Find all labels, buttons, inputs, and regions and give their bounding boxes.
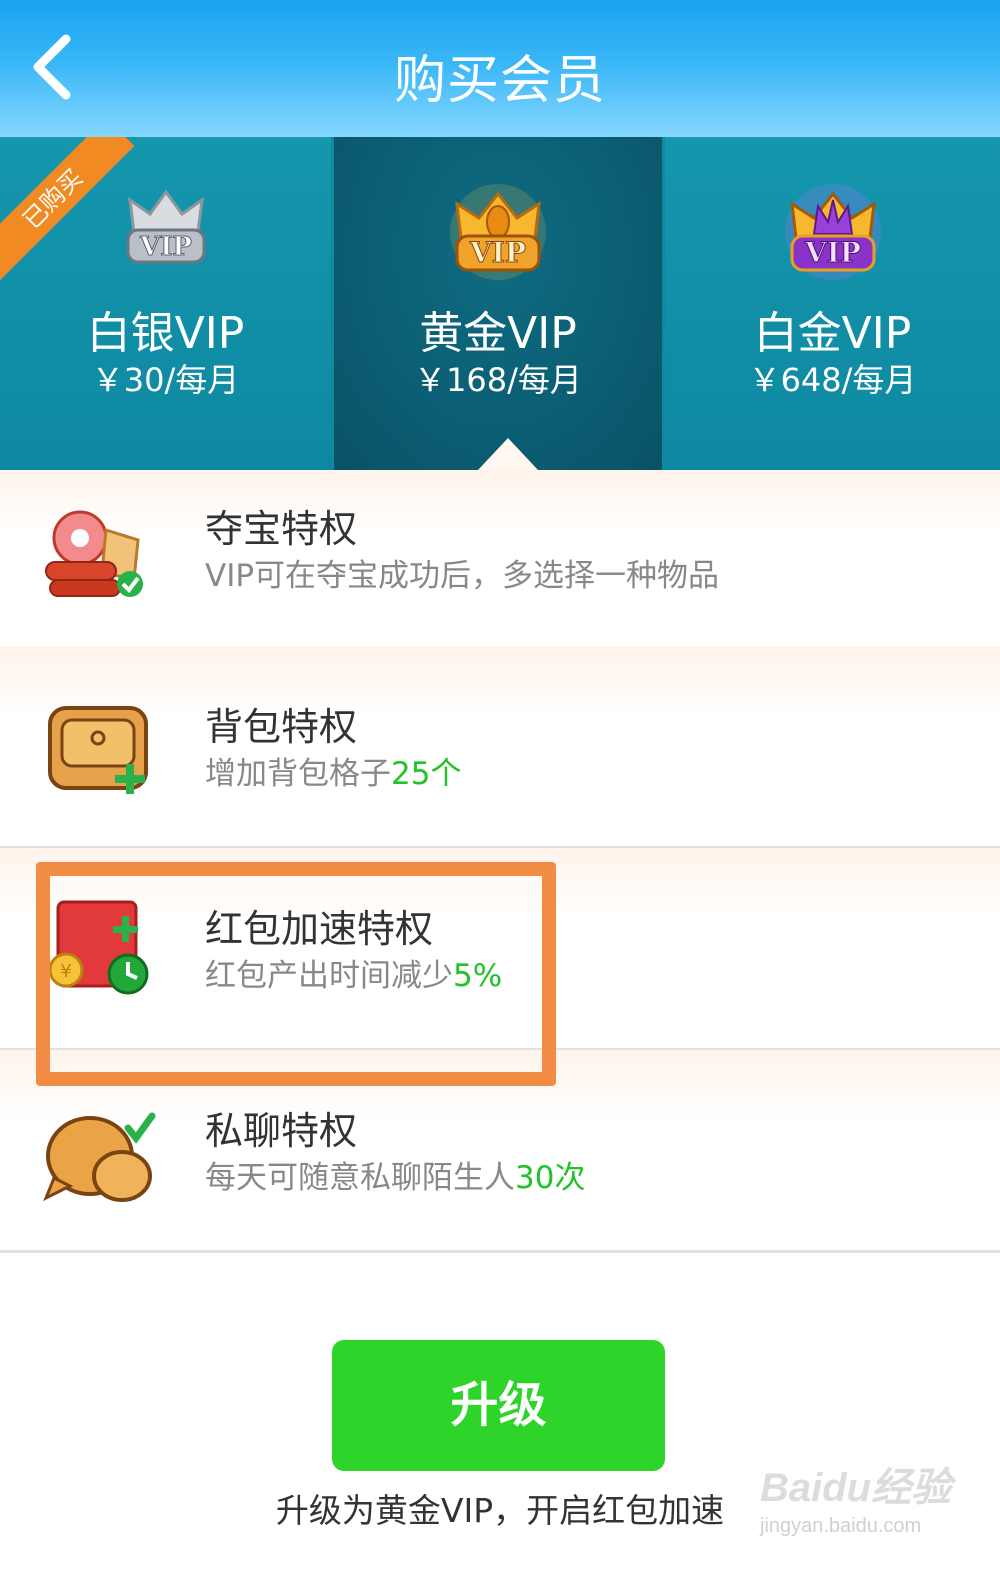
vip-tier-selector: 已购买 VIP 白银VIP ￥30/每月 VIP 黄金VIP ￥168/每月 V… xyxy=(0,137,1000,470)
tier-name: 白金VIP xyxy=(753,308,912,359)
backpack-icon xyxy=(48,706,148,794)
platinum-crown-icon: VIP xyxy=(784,184,881,280)
privilege-item-redpacket: ¥ 红包加速特权 红包产出时间减少5% xyxy=(0,848,1000,1051)
svg-text:VIP: VIP xyxy=(469,236,526,269)
privilege-desc-text: 每天可随意私聊陌生人 xyxy=(205,1160,515,1196)
privilege-item-treasure: 夺宝特权 VIP可在夺宝成功后，多选择一种物品 xyxy=(0,470,1000,649)
privilege-item-backpack: 背包特权 增加背包格子25个 xyxy=(0,646,1000,849)
chat-bubble-icon xyxy=(43,1112,156,1202)
tier-platinum[interactable]: VIP 白金VIP ￥648/每月 xyxy=(665,137,1000,470)
privilege-desc-text: 增加背包格子 xyxy=(205,756,391,792)
privilege-description: 红包产出时间减少5% xyxy=(205,950,502,995)
privilege-title: 夺宝特权 xyxy=(205,507,358,551)
privilege-title: 红包加速特权 xyxy=(205,907,434,951)
selected-tier-indicator xyxy=(478,438,538,470)
purchased-badge: 已购买 xyxy=(0,137,135,281)
privilege-description: VIP可在夺宝成功后，多选择一种物品 xyxy=(205,550,719,595)
privilege-highlight-value: 30次 xyxy=(515,1160,586,1196)
privilege-title: 私聊特权 xyxy=(205,1109,358,1153)
food-treasure-icon xyxy=(45,510,143,597)
privilege-title: 背包特权 xyxy=(205,705,358,749)
privilege-desc-text: 红包产出时间减少 xyxy=(205,958,453,994)
tier-silver[interactable]: 已购买 VIP 白银VIP ￥30/每月 xyxy=(0,137,331,470)
upgrade-button[interactable]: 升级 xyxy=(332,1340,665,1471)
svg-text:VIP: VIP xyxy=(804,236,861,269)
privilege-highlight-value: 25个 xyxy=(391,756,462,792)
page-title: 购买会员 xyxy=(393,51,606,111)
silver-crown-icon: VIP xyxy=(126,189,205,264)
header-bar: 购买会员 xyxy=(0,0,1000,137)
red-packet-clock-icon: ¥ xyxy=(48,900,149,995)
privilege-description: 每天可随意私聊陌生人30次 xyxy=(205,1152,585,1197)
tier-price: ￥168/每月 xyxy=(414,361,582,399)
privilege-highlight-value: 5% xyxy=(453,958,503,994)
privilege-description: 增加背包格子25个 xyxy=(205,748,461,793)
tier-name: 白银VIP xyxy=(86,308,245,359)
gold-crown-icon: VIP xyxy=(450,184,546,280)
privilege-item-private-chat: 私聊特权 每天可随意私聊陌生人30次 xyxy=(0,1050,1000,1253)
svg-text:VIP: VIP xyxy=(139,232,192,262)
svg-text:¥: ¥ xyxy=(60,961,71,982)
privilege-desc-text: VIP可在夺宝成功后，多选择一种物品 xyxy=(205,558,720,594)
baidu-watermark: Baidu经验 jingyan.baidu.com xyxy=(760,1455,970,1555)
watermark-url: jingyan.baidu.com xyxy=(760,1515,922,1537)
tier-price: ￥648/每月 xyxy=(748,361,917,399)
watermark-logo: Baidu经验 xyxy=(760,1466,952,1510)
tier-name: 黄金VIP xyxy=(419,308,577,359)
tier-gold[interactable]: VIP 黄金VIP ￥168/每月 xyxy=(334,137,662,470)
tier-price: ￥30/每月 xyxy=(91,361,240,399)
